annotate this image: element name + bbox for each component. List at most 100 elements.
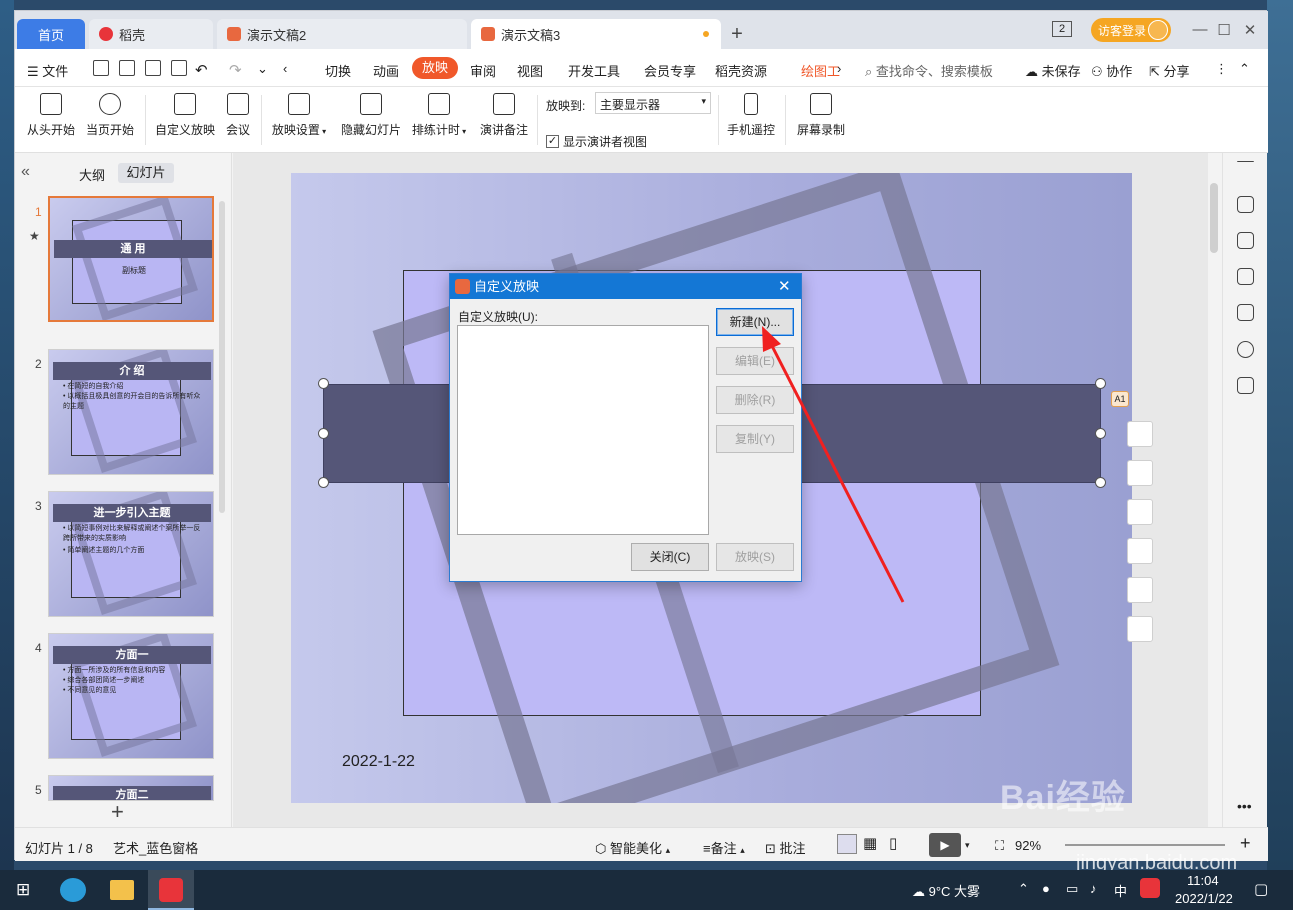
theme-name[interactable]: 艺术_蓝色窗格 xyxy=(113,838,198,857)
windows-start-icon[interactable]: ⊞ xyxy=(16,880,30,900)
copy-button[interactable]: 复制(Y) xyxy=(716,425,794,453)
dialog-close-icon[interactable]: ✕ xyxy=(778,277,791,295)
save-icon[interactable] xyxy=(93,60,109,76)
collab-button[interactable]: ⚇ 协作 xyxy=(1091,61,1132,80)
menu-dev-tools[interactable]: 开发工具 xyxy=(568,61,620,80)
phone-remote-button[interactable]: 手机遥控 xyxy=(725,93,777,138)
search-command[interactable]: ⌕ 查找命令、搜索模板 xyxy=(865,61,993,80)
fill-icon[interactable] xyxy=(1127,499,1153,525)
star-outline-icon[interactable] xyxy=(1237,268,1254,285)
tab-daoke[interactable]: 稻壳 xyxy=(89,19,213,49)
tab-doc3[interactable]: 演示文稿3 xyxy=(471,19,721,49)
presenter-view-checkbox[interactable]: ✓ 显示演讲者视图 xyxy=(546,133,647,150)
new-tab-button[interactable]: + xyxy=(727,23,747,46)
reading-view-icon[interactable]: ▯ xyxy=(889,834,897,852)
menu-daoke-resources[interactable]: 稻壳资源 xyxy=(715,61,767,80)
scroll-left-icon[interactable]: ‹ xyxy=(283,61,287,76)
editor-scrollbar[interactable] xyxy=(1210,183,1218,253)
resize-handle[interactable] xyxy=(318,477,329,488)
menu-drawing-tools[interactable]: 绘图工 xyxy=(801,61,840,80)
tab-home[interactable]: 首页 xyxy=(17,19,85,49)
export-icon[interactable] xyxy=(119,60,135,76)
rehearse-button[interactable]: 排练计时 ▾ xyxy=(409,93,469,138)
tab-slides[interactable]: 幻灯片 xyxy=(118,163,174,183)
meeting-button[interactable]: 会议 xyxy=(223,93,253,138)
backup-icon[interactable] xyxy=(1237,377,1254,394)
smart-label-icon[interactable]: A1 xyxy=(1111,391,1129,407)
network-icon[interactable]: ▭ xyxy=(1066,881,1078,897)
more-chevron-icon[interactable]: ⌄ xyxy=(257,61,268,77)
file-menu[interactable]: ☰ 文件 xyxy=(27,61,68,80)
show-to-select[interactable]: 主要显示器 ▾ xyxy=(595,92,711,114)
add-slide-button[interactable]: + xyxy=(111,799,124,825)
menu-animation[interactable]: 动画 xyxy=(373,61,399,80)
volume-icon[interactable]: ♪ xyxy=(1090,881,1097,896)
unsaved-status[interactable]: ☁ 未保存 xyxy=(1025,61,1081,80)
screen-record-button[interactable]: 屏幕录制 xyxy=(795,93,847,138)
collapse-panel-icon[interactable]: « xyxy=(21,163,30,181)
zoom-level[interactable]: 92% xyxy=(1015,838,1041,853)
clock-date[interactable]: 2022/1/22 xyxy=(1175,891,1233,906)
more-dots-icon[interactable]: ••• xyxy=(1237,799,1254,818)
print-preview-icon[interactable] xyxy=(171,60,187,76)
help-icon[interactable] xyxy=(1237,341,1254,358)
resize-handle[interactable] xyxy=(318,378,329,389)
from-start-button[interactable]: 从头开始 xyxy=(25,93,77,138)
custom-show-list[interactable] xyxy=(457,325,709,535)
custom-show-button[interactable]: 自定义放映 xyxy=(153,93,217,138)
menu-slideshow[interactable]: 放映 xyxy=(412,57,458,79)
resize-handle[interactable] xyxy=(1095,428,1106,439)
ime-indicator[interactable]: 中 xyxy=(1114,881,1127,900)
slide-thumbnail-3[interactable]: 进一步引入主题 • 以简短事例对比来解释或阐述个案所举一反跨所带来的实质影响 •… xyxy=(48,491,214,617)
slide-thumbnail-5[interactable]: 方面二 xyxy=(48,775,214,801)
collapse-ribbon-icon[interactable]: ⌃ xyxy=(1239,61,1250,77)
text-format-icon[interactable] xyxy=(1127,616,1153,642)
speaker-notes-button[interactable]: 演讲备注 xyxy=(478,93,530,138)
tray-expand-icon[interactable]: ⌃ xyxy=(1018,881,1029,897)
play-options-chevron-icon[interactable]: ▾ xyxy=(965,840,970,851)
minimize-icon[interactable]: — xyxy=(1190,21,1210,38)
window-count-badge[interactable]: 2 xyxy=(1052,21,1072,37)
notes-button[interactable]: ≡备注 ▴ xyxy=(703,838,745,857)
slide-thumbnail-4[interactable]: 方面一 • 方面一所涉及的所有信息和内容 • 综合各部团简述一步阐述 • 不同意… xyxy=(48,633,214,759)
normal-view-icon[interactable] xyxy=(837,834,857,854)
panel-scrollbar[interactable] xyxy=(219,201,225,513)
menu-switch[interactable]: 切换 xyxy=(325,61,351,80)
smart-beautify-button[interactable]: ⬡ 智能美化 ▴ xyxy=(595,838,670,857)
clock-time[interactable]: 11:04 xyxy=(1187,873,1219,888)
resize-handle[interactable] xyxy=(1095,477,1106,488)
grid-view-icon[interactable]: ▦ xyxy=(863,834,877,852)
edit-button[interactable]: 编辑(E) xyxy=(716,347,794,375)
resize-handle[interactable] xyxy=(318,428,329,439)
close-button[interactable]: 关闭(C) xyxy=(631,543,709,571)
edge-icon[interactable] xyxy=(60,878,86,902)
zoom-slider[interactable] xyxy=(1065,844,1225,846)
close-icon[interactable]: ✕ xyxy=(1240,21,1260,39)
wps-taskbar-button[interactable] xyxy=(148,870,194,910)
sogou-icon[interactable] xyxy=(1140,878,1160,898)
delete-button[interactable]: 删除(R) xyxy=(716,386,794,414)
rocket-icon[interactable] xyxy=(1237,196,1254,213)
menu-view[interactable]: 视图 xyxy=(517,61,543,80)
weather-widget[interactable]: ☁ 9°C 大雾 xyxy=(912,881,980,900)
from-current-button[interactable]: 当页开始 xyxy=(84,93,136,138)
resize-handle[interactable] xyxy=(1095,378,1106,389)
play-slideshow-button[interactable]: ▶ xyxy=(929,833,961,857)
window-icon[interactable] xyxy=(1237,304,1254,321)
new-button[interactable]: 新建(N)... xyxy=(716,308,794,336)
fit-window-icon[interactable]: ⛶ xyxy=(995,838,1004,854)
brush-icon[interactable] xyxy=(1127,460,1153,486)
layers-icon[interactable] xyxy=(1127,421,1153,447)
notification-icon[interactable]: ▢ xyxy=(1254,880,1268,898)
tab-doc2[interactable]: 演示文稿2 xyxy=(217,19,467,49)
idea-bulb-icon[interactable] xyxy=(1127,577,1153,603)
explorer-icon[interactable] xyxy=(110,880,134,900)
tab-outline[interactable]: 大纲 xyxy=(79,165,105,184)
more-icon[interactable]: ⋮ xyxy=(1215,61,1228,77)
share-button[interactable]: ⇱ 分享 xyxy=(1149,61,1190,80)
menu-review[interactable]: 审阅 xyxy=(470,61,496,80)
show-settings-button[interactable]: 放映设置 ▾ xyxy=(269,93,329,138)
tray-app-icon[interactable]: ● xyxy=(1042,881,1050,896)
undo-icon[interactable]: ↶ xyxy=(195,61,208,79)
scroll-right-icon[interactable]: › xyxy=(837,61,841,76)
